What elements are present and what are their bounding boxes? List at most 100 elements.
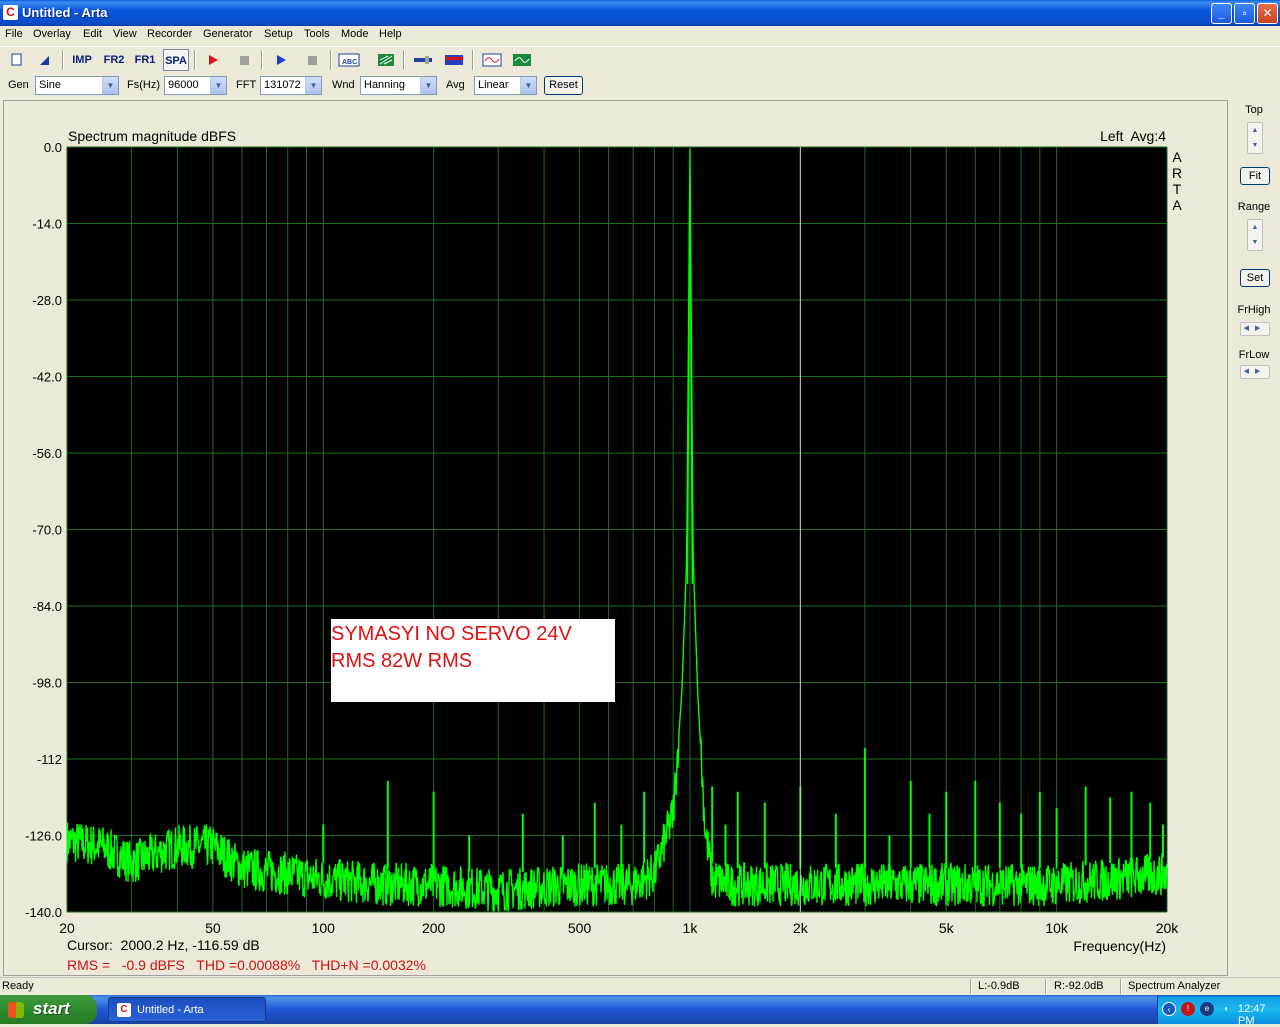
annotation-line-1: SYMASYI NO SERVO 24V [331,623,572,645]
level-meter-icon[interactable] [410,49,436,71]
fft-label: FFT [236,79,257,91]
window-select[interactable]: Hanning ▼ [360,76,437,95]
gen-label: Gen [8,79,29,91]
frlow-label: FrLow [1238,349,1270,361]
chevron-left-icon[interactable]: ‹ [1162,1002,1176,1016]
play-icon[interactable] [268,49,294,71]
chevron-down-icon[interactable]: ▼ [520,77,536,94]
sample-rate-select-value: 96000 [168,79,199,91]
status-mode: Spectrum Analyzer [1128,980,1221,992]
y-tick-label: -126.0 [25,829,62,844]
annotation-line-2: RMS 82W RMS [331,650,472,672]
x-tick-label: 20k [1156,920,1180,936]
signal-generator-icon[interactable] [509,49,535,71]
top-label: Top [1245,104,1263,116]
menu-bar: File Overlay Edit View Recorder Generato… [0,26,1280,45]
toolbar-separator [261,50,263,70]
x-axis-label: Frequency(Hz) [1073,938,1166,954]
chevron-down-icon[interactable]: ▼ [210,77,226,94]
y-tick-label: -140.0 [25,905,62,920]
speaker-icon[interactable]: ◖ [1219,1002,1233,1016]
status-divider [1120,979,1122,994]
spectrum-mode-button[interactable]: SPA [163,49,189,71]
window-select-value: Hanning [364,79,405,91]
spectrogram-icon[interactable] [441,49,467,71]
frlow-spinner[interactable]: ◀▶ [1240,365,1270,379]
menu-mode[interactable]: Mode [341,28,369,40]
antivirus-icon[interactable]: e [1200,1002,1214,1016]
record-icon[interactable] [200,49,226,71]
fr2-mode-button[interactable]: FR2 [101,49,127,71]
maximize-button[interactable]: ▫ [1234,3,1255,24]
range-spinner[interactable]: ▲ ▼ [1247,219,1263,251]
fit-button[interactable]: Fit [1240,167,1270,185]
waterfall-icon[interactable] [373,49,399,71]
x-tick-label: 20 [59,920,75,936]
windows-flag-icon [8,1002,24,1018]
annotation-box[interactable]: SYMASYI NO SERVO 24V RMS 82W RMS [331,619,615,702]
status-ready: Ready [2,980,34,992]
fs-label: Fs(Hz) [127,79,160,91]
taskbar-item-arta[interactable]: C Untitled - Arta [108,997,266,1022]
reset-button[interactable]: Reset [544,76,583,95]
x-tick-label: 100 [312,920,336,936]
status-divider [1045,979,1047,994]
x-tick-label: 2k [793,920,809,936]
menu-generator[interactable]: Generator [203,28,253,40]
x-tick-label: 1k [683,920,699,936]
shield-icon[interactable]: ! [1181,1002,1195,1016]
menu-help[interactable]: Help [379,28,402,40]
wnd-label: Wnd [332,79,355,91]
measurement-readout: RMS = -0.9 dBFS THD =0.00088% THD+N =0.0… [67,957,426,973]
system-tray: ‹ ! e ◖ 12:47 PM [1157,995,1280,1027]
fft-size-select[interactable]: 131072 ▼ [260,76,322,95]
toolbar-separator [62,50,64,70]
sample-rate-select[interactable]: 96000 ▼ [164,76,227,95]
y-tick-label: -84.0 [32,599,62,614]
toolbar-separator [330,50,332,70]
menu-overlay[interactable]: Overlay [33,28,71,40]
y-tick-label: 0.0 [44,140,62,155]
menu-view[interactable]: View [113,28,137,40]
averaging-select[interactable]: Linear ▼ [474,76,537,95]
abc-calibrate-icon[interactable]: ABC [336,49,362,71]
y-tick-label: -42.0 [32,370,62,385]
window-title: Untitled - Arta [22,5,108,20]
new-file-icon[interactable] [4,49,30,71]
top-spinner[interactable]: ▲ ▼ [1247,122,1263,154]
menu-file[interactable]: File [5,28,23,40]
oscilloscope-icon[interactable] [479,49,505,71]
fr1-mode-button[interactable]: FR1 [132,49,158,71]
generator-select[interactable]: Sine ▼ [35,76,119,95]
stop-icon[interactable] [231,49,257,71]
menu-edit[interactable]: Edit [83,28,102,40]
frhigh-spinner[interactable]: ◀▶ [1240,322,1270,336]
x-tick-label: 10k [1045,920,1069,936]
arta-app-icon[interactable]: C [3,5,18,20]
y-tick-label: -28.0 [32,293,62,308]
close-button[interactable]: ✕ [1257,3,1278,24]
svg-text:ABC: ABC [342,59,357,66]
x-tick-label: 200 [422,920,446,936]
averaging-select-value: Linear [478,79,509,91]
menu-recorder[interactable]: Recorder [147,28,192,40]
chevron-down-icon[interactable]: ▼ [305,77,321,94]
menu-tools[interactable]: Tools [304,28,330,40]
spectrum-plot-panel: 0.0 -14.0 -28.0 -42.0 -56.0 -70.0 -84.0 -98.0 -1… [3,100,1228,976]
arta-app-icon: C [117,1003,131,1017]
x-tick-label: 50 [205,920,221,936]
menu-setup[interactable]: Setup [264,28,293,40]
spectrum-chart[interactable]: 0.0 -14.0 -28.0 -42.0 -56.0 -70.0 -84.0 -98.0 -1… [4,101,1229,977]
set-button[interactable]: Set [1240,269,1270,287]
watermark-letter: A [1172,149,1182,165]
minimize-button[interactable]: _ [1211,3,1232,24]
toolbar-separator [403,50,405,70]
start-button[interactable]: start [0,995,97,1024]
main-toolbar: IMP FR2 FR1 SPA ABC [0,46,1280,72]
stop-generator-icon[interactable] [299,49,325,71]
open-file-icon[interactable] [32,49,58,71]
chevron-down-icon[interactable]: ▼ [420,77,436,94]
status-left-level: L:-0.9dB [978,980,1020,992]
impulse-mode-button[interactable]: IMP [69,49,95,71]
chevron-down-icon[interactable]: ▼ [102,77,118,94]
